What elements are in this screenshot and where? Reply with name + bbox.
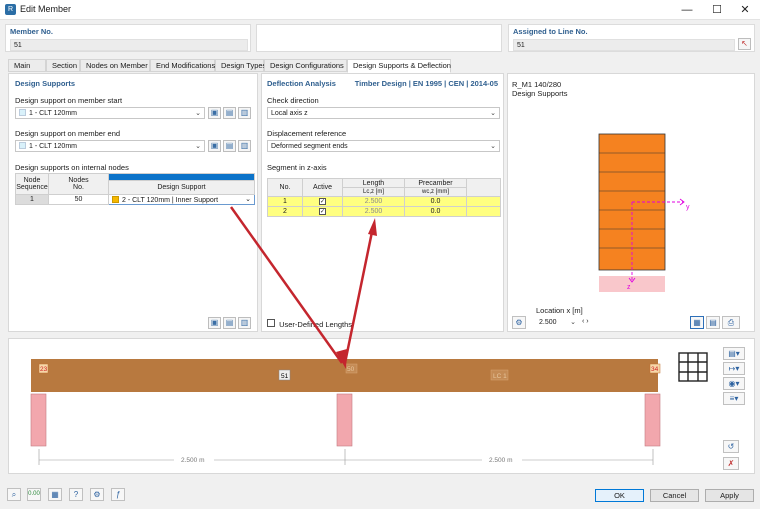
help-icon[interactable]: ? xyxy=(69,488,83,501)
table-icon[interactable]: ▦ xyxy=(48,488,62,501)
arrow-to-length xyxy=(343,226,375,364)
ok-button[interactable]: OK xyxy=(595,489,644,502)
arrow-to-mid-support xyxy=(229,206,344,364)
apply-button[interactable]: Apply xyxy=(705,489,754,502)
search-icon[interactable]: ⌕ xyxy=(7,488,21,501)
cancel-button[interactable]: Cancel xyxy=(650,489,699,502)
settings-icon[interactable]: ⚙ xyxy=(90,488,104,501)
annotation-arrows xyxy=(229,206,377,369)
arrowhead-length xyxy=(368,218,377,236)
script-icon[interactable]: ƒ xyxy=(111,488,125,501)
units-icon[interactable]: 0.00 xyxy=(27,488,41,501)
